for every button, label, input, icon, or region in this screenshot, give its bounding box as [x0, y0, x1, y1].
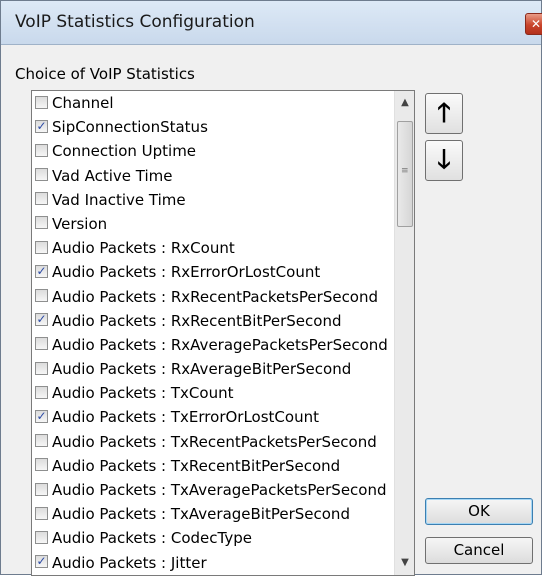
list-item[interactable]: ✓ SipConnectionStatus	[32, 115, 394, 139]
list-item-label: Connection Uptime	[52, 142, 197, 161]
checkbox[interactable]	[35, 240, 48, 254]
list-item-label: Audio Packets : RxRecentPacketsPerSecond	[52, 287, 379, 306]
checkbox[interactable]	[35, 216, 48, 230]
list-item[interactable]: Audio Packets : RxAveragePacketsPerSecon…	[32, 333, 394, 357]
list-item-label: Audio Packets : TxRecentPacketsPerSecond	[52, 432, 377, 451]
checkbox[interactable]	[35, 361, 48, 375]
list-item-label: SipConnectionStatus	[52, 118, 208, 137]
close-icon: ✕	[530, 17, 542, 31]
list-item[interactable]: Vad Active Time	[32, 164, 394, 188]
list-item[interactable]: ✓ Audio Packets : TxErrorOrLostCount	[32, 405, 394, 429]
list-item[interactable]: Audio Packets : RxCount	[32, 236, 394, 260]
list-item[interactable]: ✓ Audio Packets : RxRecentBitPerSecond	[32, 309, 394, 333]
list-item[interactable]: Channel	[32, 91, 394, 115]
list-item-label: Audio Packets : TxErrorOrLostCount	[52, 408, 319, 427]
list-item-label: Vad Inactive Time	[52, 190, 186, 209]
list-item[interactable]: Audio Packets : TxRecentBitPerSecond	[32, 454, 394, 478]
list-item[interactable]: Audio Packets : RxAverageBitPerSecond	[32, 357, 394, 381]
checkbox[interactable]	[35, 337, 48, 351]
checkbox[interactable]	[35, 143, 48, 157]
checkbox[interactable]	[35, 458, 48, 472]
list-item[interactable]: Audio Packets : TxAverageBitPerSecond	[32, 502, 394, 526]
checkbox[interactable]	[35, 289, 48, 302]
list-item-label: Audio Packets : CodecType	[52, 529, 252, 548]
checkbox[interactable]: ✓	[35, 264, 48, 278]
list-scrollbar[interactable]: ▲ ≡ ▼	[394, 91, 414, 575]
list-item-label: Version	[52, 214, 108, 233]
window-title: VoIP Statistics Configuration	[15, 12, 255, 32]
list-item-label: Audio Packets : RxRecentBitPerSecond	[52, 311, 342, 330]
list-item-label: Audio Packets : TxAverageBitPerSecond	[52, 505, 350, 524]
list-item-label: Audio Packets : RxErrorOrLostCount	[52, 263, 321, 282]
checkbox[interactable]	[35, 482, 48, 496]
list-item-label: Audio Packets : RxAveragePacketsPerSecon…	[52, 335, 388, 354]
checkbox[interactable]: ✓	[35, 555, 48, 569]
list-item[interactable]: ✓ Audio Packets : RxErrorOrLostCount	[32, 260, 394, 284]
scroll-down-icon[interactable]: ▼	[395, 553, 414, 573]
arrow-up-icon: 🡑	[437, 98, 451, 128]
list-item[interactable]: Vad Inactive Time	[32, 188, 394, 212]
list-item-label: Channel	[52, 94, 114, 112]
statistics-list: Channel ✓ SipConnectionStatus Connection Up…	[32, 91, 394, 575]
close-button[interactable]: ✕	[525, 13, 542, 35]
list-item[interactable]: Connection Uptime	[32, 139, 394, 163]
list-item-label: Vad Active Time	[52, 166, 173, 185]
checkbox[interactable]	[35, 168, 48, 182]
move-up-button[interactable]: 🡑	[425, 93, 463, 134]
list-item-label: Audio Packets : RxCount	[52, 239, 235, 258]
checkbox[interactable]: ✓	[35, 409, 48, 423]
list-item[interactable]: Audio Packets : TxRecentPacketsPerSecond	[32, 430, 394, 454]
checkbox[interactable]	[35, 192, 48, 206]
checkbox[interactable]	[35, 95, 48, 109]
list-item[interactable]: Audio Packets : CodecType	[32, 526, 394, 550]
title-bar[interactable]: VoIP Statistics Configuration	[1, 1, 541, 45]
list-item-label: Audio Packets : Jitter	[52, 553, 207, 572]
checkbox[interactable]: ✓	[35, 119, 48, 133]
list-item[interactable]: Audio Packets : TxCount	[32, 381, 394, 405]
scroll-thumb[interactable]: ≡	[397, 121, 413, 227]
checkbox[interactable]	[35, 530, 48, 544]
group-label: Choice of VoIP Statistics	[15, 65, 195, 83]
cancel-button[interactable]: Cancel	[425, 537, 533, 564]
voip-stats-dialog: VoIP Statistics Configuration ✕ Choice o…	[0, 0, 542, 576]
list-item[interactable]: Version	[32, 212, 394, 236]
list-item-label: Audio Packets : TxAveragePacketsPerSecon…	[52, 481, 387, 499]
list-item[interactable]: Audio Packets : RxRecentPacketsPerSecond	[32, 285, 394, 309]
list-item[interactable]: Audio Packets : TxAveragePacketsPerSecon…	[32, 478, 394, 502]
list-item-label: Audio Packets : RxAverageBitPerSecond	[52, 360, 352, 379]
checkbox[interactable]: ✓	[35, 313, 48, 327]
arrow-down-icon: 🡓	[437, 145, 451, 175]
ok-button[interactable]: OK	[425, 498, 533, 525]
statistics-listbox[interactable]: Channel ✓ SipConnectionStatus Connection Up…	[31, 90, 415, 576]
scroll-up-icon[interactable]: ▲	[395, 93, 414, 113]
list-item-label: Audio Packets : TxCount	[52, 384, 234, 403]
grip-icon: ≡	[401, 166, 409, 176]
list-item-label: Audio Packets : TxRecentBitPerSecond	[52, 456, 341, 475]
move-down-button[interactable]: 🡓	[425, 140, 463, 181]
list-item[interactable]: ✓ Audio Packets : Jitter	[32, 551, 394, 575]
checkbox[interactable]	[35, 506, 48, 520]
checkbox[interactable]	[35, 434, 48, 448]
checkbox[interactable]	[35, 385, 48, 399]
